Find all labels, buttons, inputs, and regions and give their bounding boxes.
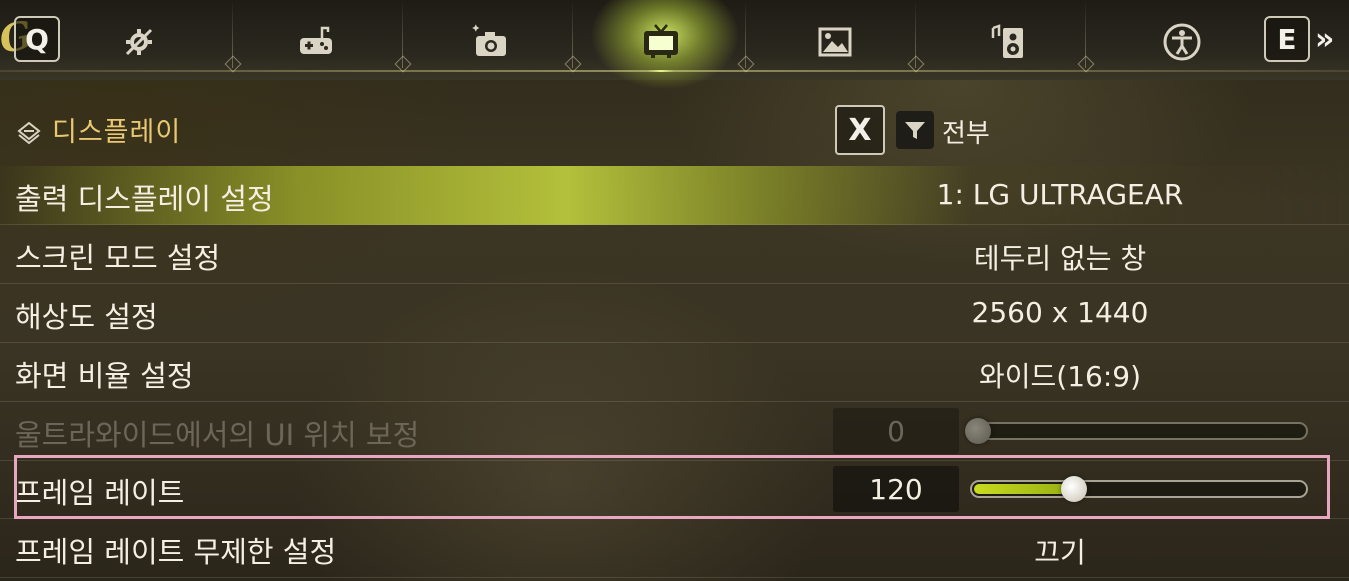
setting-row-screen-mode[interactable]: 스크린 모드 설정 테두리 없는 창 [0,225,1349,284]
tab-separator [232,0,233,68]
slider-knob[interactable] [1060,476,1087,502]
image-icon [818,27,852,57]
tab-separator [402,0,403,68]
speaker-icon [991,24,1023,58]
setting-row-frame-rate[interactable]: 프레임 레이트 120 [0,460,1349,519]
next-tab-key[interactable]: E [1264,16,1310,62]
setting-label: 프레임 레이트 [15,476,185,510]
settings-tab-bar: G Q [0,0,1349,90]
setting-label: 프레임 레이트 무제한 설정 [15,535,337,569]
filter-label: 전부 [942,119,990,149]
setting-row-ultrawide-ui-offset: 울트라와이드에서의 UI 위치 보정 0 [0,402,1349,461]
setting-row-aspect-ratio[interactable]: 화면 비율 설정 와이드(16:9) [0,343,1349,402]
setting-label: 해상도 설정 [15,300,158,334]
setting-number-box: 0 [833,408,959,454]
section-title: 디스플레이 [52,117,182,148]
filter-icon [905,122,925,139]
ultrawide-offset-slider [965,418,1308,444]
accessibility-icon [1163,23,1201,61]
setting-label: 울트라와이드에서의 UI 위치 보정 [15,418,420,452]
setting-row-frame-rate-unlimited[interactable]: 프레임 레이트 무제한 설정 끄기 [0,519,1349,578]
setting-row-output-display[interactable]: 출력 디스플레이 설정 1: LG ULTRAGEAR [0,166,1349,225]
camera-icon [472,24,506,56]
tab-display[interactable] [639,20,683,64]
gear-wrench-icon [125,28,153,56]
reset-key-button[interactable]: X [835,105,885,155]
tab-camera[interactable] [469,20,513,64]
chevron-right-icon: » [1315,22,1335,57]
tab-separator [572,0,573,68]
tab-controls[interactable] [294,20,338,64]
tab-separator [745,0,746,68]
setting-number-box: 120 [833,466,959,512]
setting-value: 와이드(16:9) [978,360,1141,393]
tab-general[interactable] [117,20,161,64]
setting-value: 2560 x 1440 [971,296,1149,329]
setting-label: 출력 디스플레이 설정 [15,182,274,216]
prev-tab-key[interactable]: Q [14,16,60,62]
tv-display-icon [644,24,678,58]
setting-row-resolution[interactable]: 해상도 설정 2560 x 1440 [0,284,1349,343]
tab-underline [0,70,1349,72]
filter-button[interactable] [896,111,934,149]
setting-value: 끄기 [1034,536,1086,569]
gamepad-icon [300,26,332,54]
tab-separator [915,0,916,68]
tab-graphics[interactable] [813,20,857,64]
setting-value: 1: LG ULTRAGEAR [936,178,1184,211]
tab-separator [1085,0,1086,68]
tab-accessibility[interactable] [1160,20,1204,64]
setting-label: 스크린 모드 설정 [15,241,221,275]
slider-fill [974,484,1070,494]
tab-audio[interactable] [987,20,1031,64]
slider-knob [965,418,991,444]
diamond-layers-icon [17,121,41,145]
setting-label: 화면 비율 설정 [15,359,194,393]
setting-value: 테두리 없는 창 [973,242,1147,275]
frame-rate-slider[interactable] [970,476,1308,502]
